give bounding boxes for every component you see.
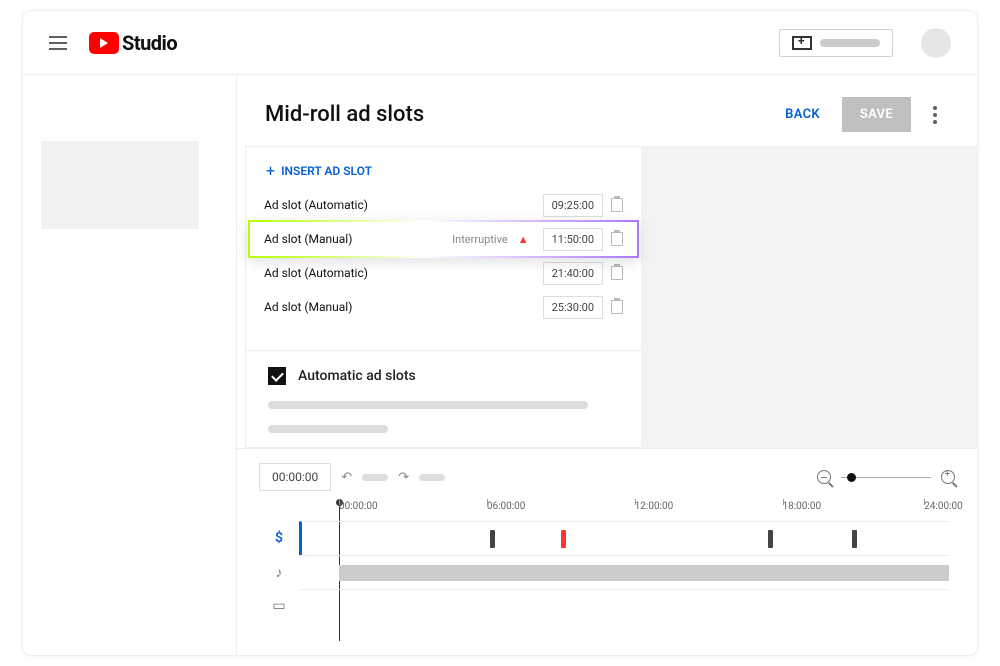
placeholder-pill — [362, 474, 388, 481]
overflow-menu-button[interactable] — [921, 100, 949, 130]
timeline-row-audio[interactable]: ♪ — [259, 555, 955, 589]
slot-label: Ad slot (Automatic) — [264, 198, 535, 212]
tick: 06:00:00 — [487, 501, 526, 512]
save-button[interactable]: SAVE — [842, 97, 911, 132]
youtube-play-icon — [89, 32, 119, 54]
preview-panel — [641, 146, 977, 448]
timeline: 00:00:00 ↶ ↷ — [237, 448, 977, 641]
tick: 12:00:00 — [635, 501, 674, 512]
ad-slot-row[interactable]: Ad slot (Manual) Interruptive ▲ 11:50:00 — [246, 222, 641, 256]
zoom-knob[interactable] — [847, 473, 856, 482]
warning-icon: ▲ — [518, 233, 529, 246]
avatar[interactable] — [921, 28, 951, 58]
ad-marker[interactable] — [852, 530, 857, 548]
slot-time-input[interactable]: 21:40:00 — [543, 262, 603, 285]
automatic-section: Automatic ad slots — [246, 350, 641, 447]
insert-ad-slot-button[interactable]: + INSERT AD SLOT — [246, 147, 641, 188]
zoom-control — [817, 470, 955, 484]
placeholder-line — [268, 425, 388, 433]
trash-icon[interactable] — [611, 232, 623, 246]
tick: 24:00:00 — [924, 501, 963, 512]
trash-icon[interactable] — [611, 266, 623, 280]
timeline-rows: $ ♪ — [259, 521, 955, 623]
placeholder-pill — [419, 474, 445, 481]
trash-icon[interactable] — [611, 300, 623, 314]
plus-icon: + — [266, 161, 275, 180]
slot-label: Ad slot (Automatic) — [264, 266, 535, 280]
ad-slot-row[interactable]: Ad slot (Automatic) 09:25:00 — [246, 188, 641, 222]
interruptive-label: Interruptive — [452, 233, 508, 246]
timeline-ruler: 00:00:00 06:00:00 12:00:00 18:00:00 24:0… — [339, 501, 955, 519]
zoom-in-icon[interactable] — [941, 470, 955, 484]
main: Mid-roll ad slots BACK SAVE + INSERT AD … — [237, 75, 977, 655]
trash-icon[interactable] — [611, 198, 623, 212]
tick: 00:00:00 — [339, 501, 378, 512]
titlebar: Mid-roll ad slots BACK SAVE — [237, 75, 977, 146]
timeline-controls: 00:00:00 ↶ ↷ — [259, 463, 955, 491]
audio-track[interactable] — [299, 555, 949, 589]
timeline-row-video[interactable]: ▭ — [259, 589, 955, 623]
music-note-icon: ♪ — [259, 564, 299, 581]
automatic-label: Automatic ad slots — [298, 368, 416, 384]
sidebar — [23, 75, 237, 655]
video-track[interactable] — [299, 589, 949, 623]
content-row: + INSERT AD SLOT Ad slot (Automatic) 09:… — [237, 146, 977, 448]
zoom-slider[interactable] — [841, 477, 931, 478]
zoom-out-icon[interactable] — [817, 470, 831, 484]
create-button[interactable] — [779, 29, 893, 57]
undo-icon[interactable]: ↶ — [341, 470, 352, 485]
menu-button[interactable] — [49, 36, 67, 50]
slot-time-input[interactable]: 11:50:00 — [543, 228, 603, 251]
page-title: Mid-roll ad slots — [265, 102, 763, 127]
automatic-checkbox[interactable] — [268, 367, 286, 385]
slot-label: Ad slot (Manual) — [264, 232, 444, 246]
insert-label: INSERT AD SLOT — [281, 164, 372, 178]
placeholder-line — [820, 39, 880, 47]
slot-label: Ad slot (Manual) — [264, 300, 535, 314]
tick: 18:00:00 — [783, 501, 822, 512]
body: Mid-roll ad slots BACK SAVE + INSERT AD … — [23, 75, 977, 655]
app-window: Studio Mid-roll ad slots BACK SAVE — [22, 10, 978, 656]
dollar-icon: $ — [259, 530, 299, 546]
ad-marker[interactable] — [490, 530, 495, 548]
ad-marker[interactable] — [768, 530, 773, 548]
placeholder-line — [268, 401, 588, 409]
clip-bar[interactable] — [339, 565, 949, 581]
ad-marker-interruptive[interactable] — [561, 530, 566, 548]
header: Studio — [23, 11, 977, 75]
logo[interactable]: Studio — [89, 31, 177, 55]
slot-time-input[interactable]: 09:25:00 — [543, 194, 603, 217]
back-button[interactable]: BACK — [773, 97, 832, 132]
ad-slot-row[interactable]: Ad slot (Manual) 25:30:00 — [246, 290, 641, 324]
timeline-row-ads[interactable]: $ — [259, 521, 955, 555]
timeline-grid[interactable]: 00:00:00 06:00:00 12:00:00 18:00:00 24:0… — [259, 501, 955, 641]
ad-slot-row[interactable]: Ad slot (Automatic) 21:40:00 — [246, 256, 641, 290]
redo-icon[interactable]: ↷ — [398, 470, 409, 485]
automatic-header: Automatic ad slots — [268, 367, 619, 385]
logo-text: Studio — [122, 31, 177, 55]
ads-track[interactable] — [299, 521, 949, 555]
playhead-time-input[interactable]: 00:00:00 — [259, 463, 331, 491]
frame-icon: ▭ — [259, 598, 299, 614]
ad-slot-panel: + INSERT AD SLOT Ad slot (Automatic) 09:… — [245, 146, 641, 448]
slot-time-input[interactable]: 25:30:00 — [543, 296, 603, 319]
video-thumbnail[interactable] — [41, 141, 199, 229]
create-video-icon — [792, 36, 812, 50]
